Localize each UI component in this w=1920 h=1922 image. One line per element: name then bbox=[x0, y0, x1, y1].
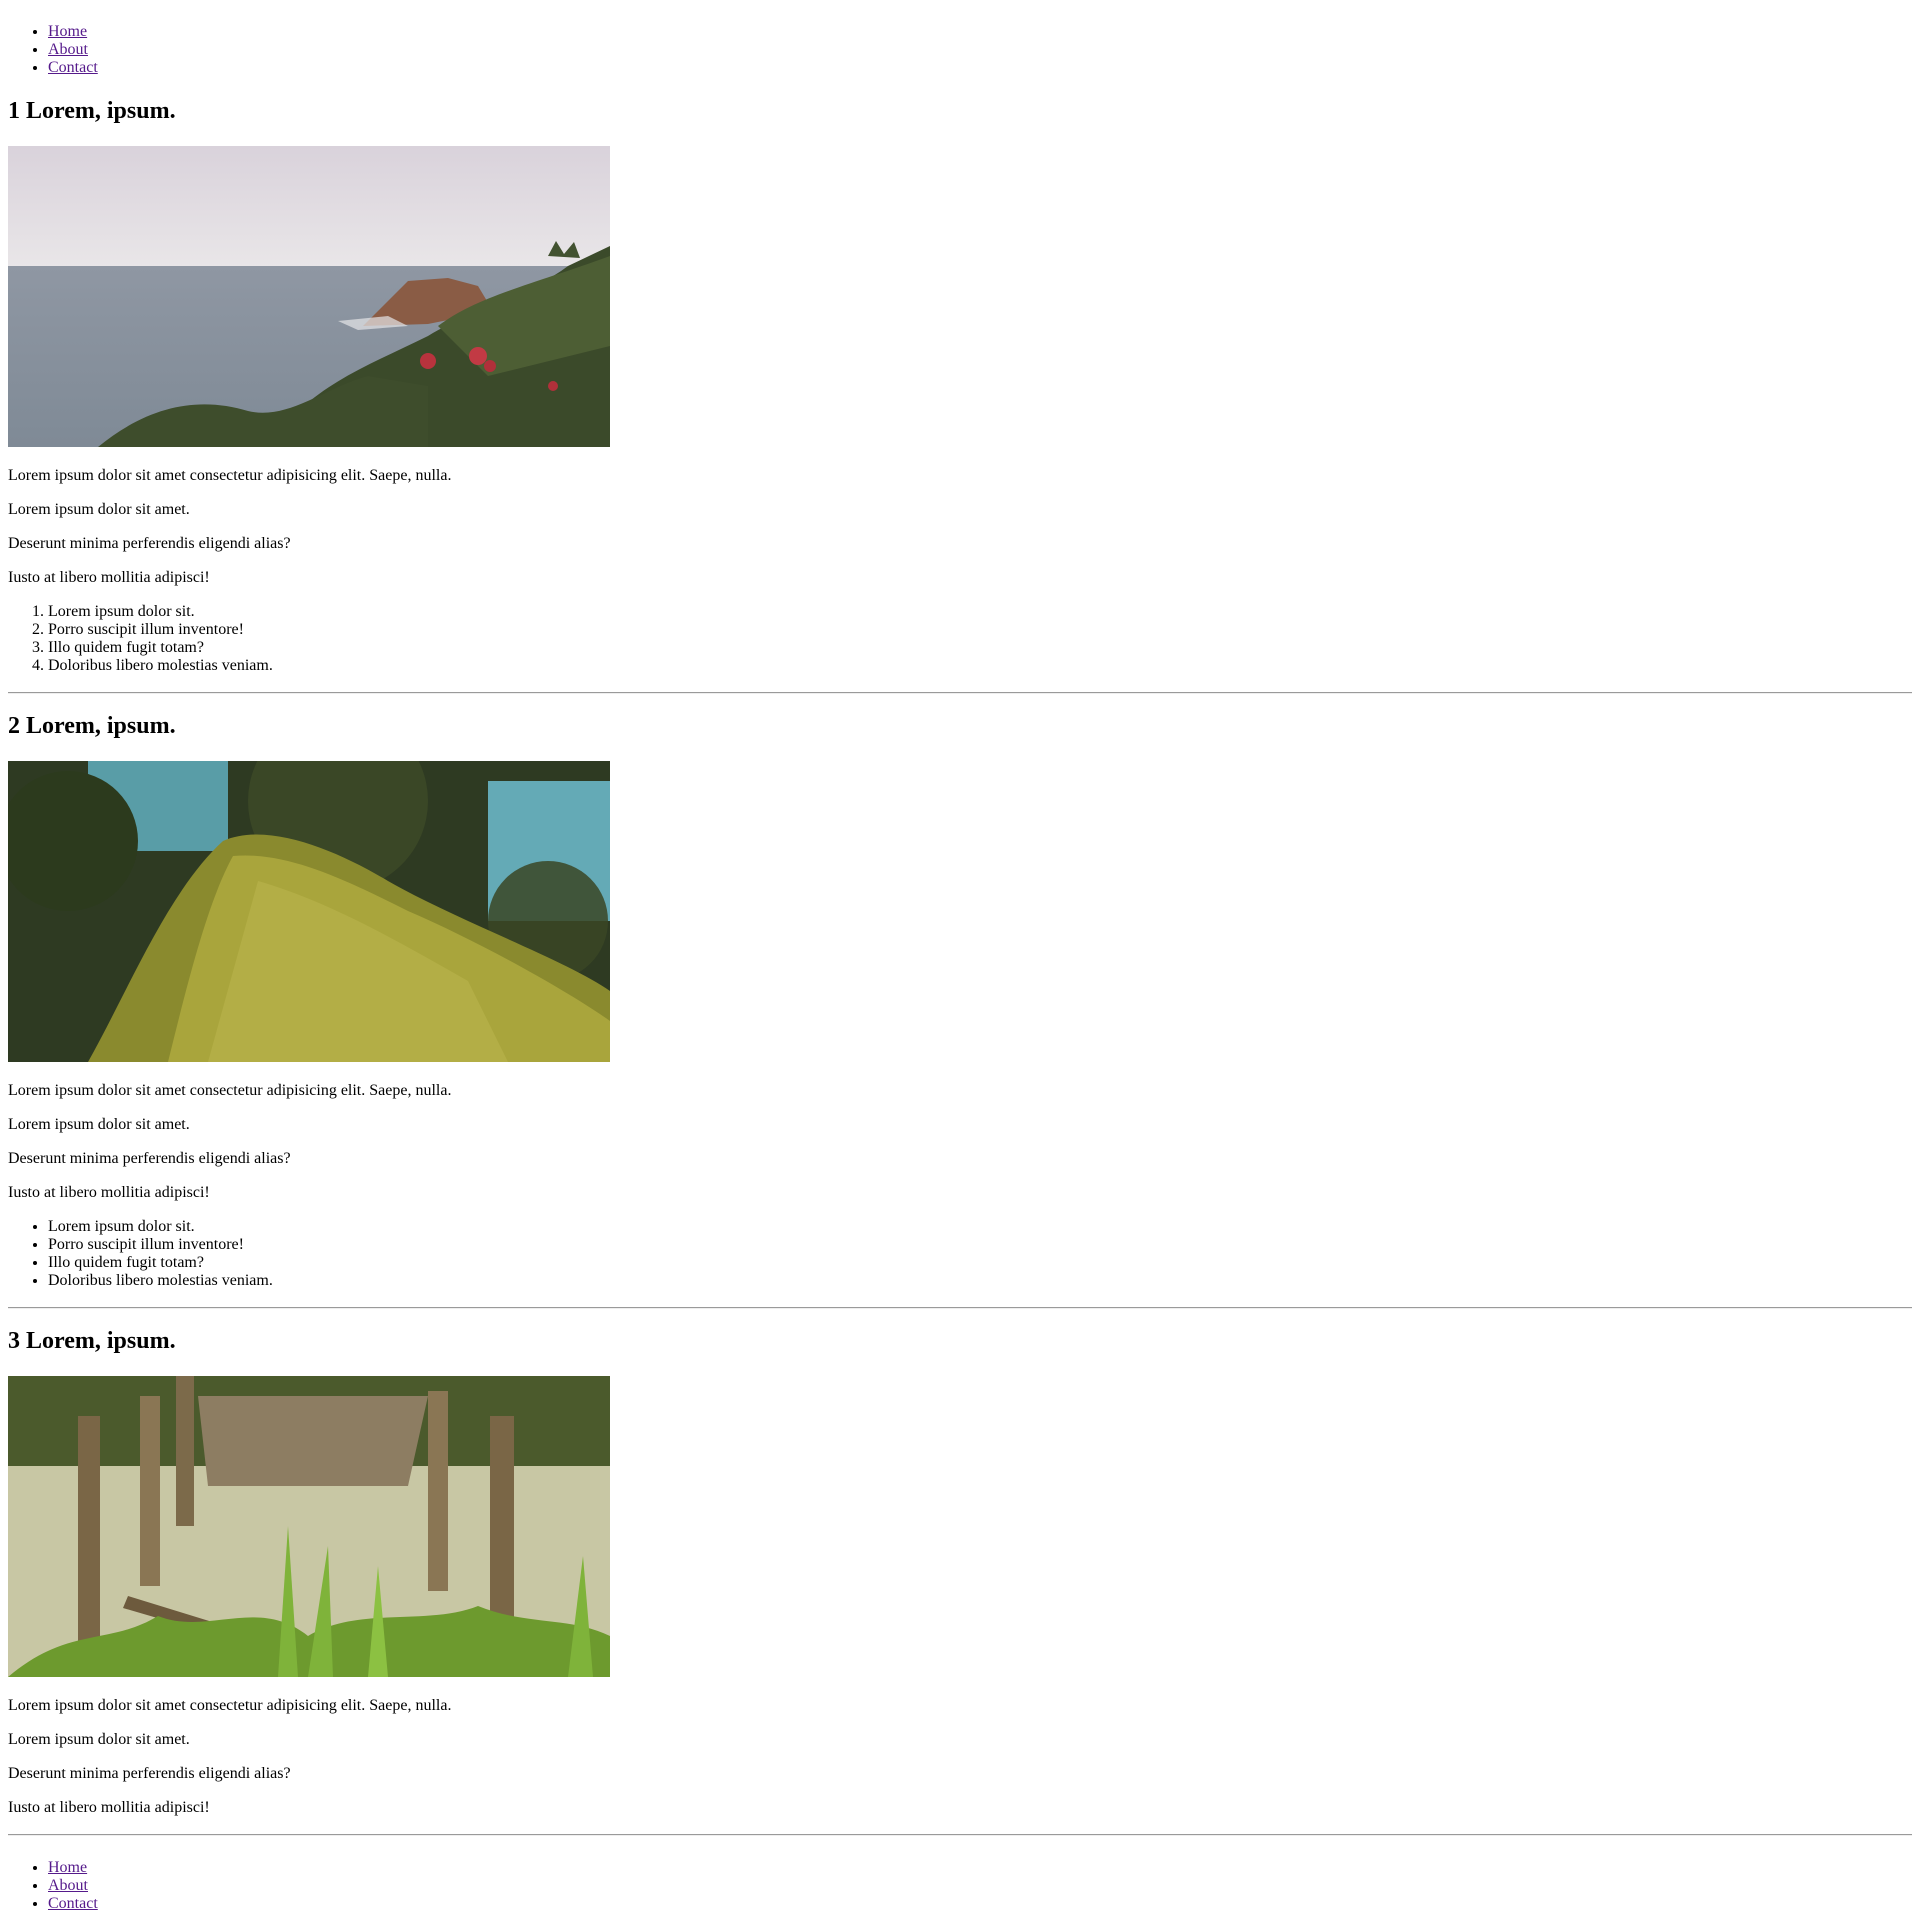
nav-item-home: Home bbox=[48, 1859, 98, 1877]
nav-item-about: About bbox=[48, 41, 98, 59]
section-2-title: 2 Lorem, ipsum. bbox=[8, 713, 176, 739]
coastal-cliff-photo bbox=[8, 146, 610, 447]
list-item: Porro suscipit illum inventore! bbox=[48, 1236, 273, 1254]
top-nav: Home About Contact bbox=[8, 0, 98, 77]
nav-link-about[interactable]: About bbox=[48, 1877, 88, 1894]
section-divider bbox=[8, 1307, 1912, 1309]
section-1-title: 1 Lorem, ipsum. bbox=[8, 98, 176, 124]
nav-link-home[interactable]: Home bbox=[48, 1859, 87, 1876]
nav-item-about: About bbox=[48, 1877, 98, 1895]
section-3-paragraph: Deserunt minima perferendis eligendi ali… bbox=[8, 1765, 291, 1782]
section-1-ordered-list: Lorem ipsum dolor sit. Porro suscipit il… bbox=[8, 603, 273, 675]
section-1-paragraph: Deserunt minima perferendis eligendi ali… bbox=[8, 535, 291, 552]
section-2-paragraph: Deserunt minima perferendis eligendi ali… bbox=[8, 1150, 291, 1167]
section-1-paragraph: Iusto at libero mollitia adipisci! bbox=[8, 569, 210, 586]
section-1-paragraph: Lorem ipsum dolor sit amet. bbox=[8, 501, 190, 518]
nav-link-contact[interactable]: Contact bbox=[48, 1895, 98, 1912]
section-1-paragraph: Lorem ipsum dolor sit amet consectetur a… bbox=[8, 467, 452, 484]
nav-item-home: Home bbox=[48, 23, 98, 41]
section-3-paragraph: Iusto at libero mollitia adipisci! bbox=[8, 1799, 210, 1816]
nav-item-contact: Contact bbox=[48, 1895, 98, 1913]
nav-link-about[interactable]: About bbox=[48, 41, 88, 58]
nav-item-contact: Contact bbox=[48, 59, 98, 77]
section-3-paragraph: Lorem ipsum dolor sit amet consectetur a… bbox=[8, 1697, 452, 1714]
list-item: Doloribus libero molestias veniam. bbox=[48, 657, 273, 675]
list-item: Doloribus libero molestias veniam. bbox=[48, 1272, 273, 1290]
list-item: Illo quidem fugit totam? bbox=[48, 639, 273, 657]
broken-wooden-dock-photo bbox=[8, 1376, 610, 1677]
section-2-unordered-list: Lorem ipsum dolor sit. Porro suscipit il… bbox=[8, 1218, 273, 1290]
mossy-tree-trunk-photo bbox=[8, 761, 610, 1062]
list-item: Lorem ipsum dolor sit. bbox=[48, 603, 273, 621]
section-3-paragraph: Lorem ipsum dolor sit amet. bbox=[8, 1731, 190, 1748]
list-item: Porro suscipit illum inventore! bbox=[48, 621, 273, 639]
section-2-paragraph: Lorem ipsum dolor sit amet consectetur a… bbox=[8, 1082, 452, 1099]
section-3-title: 3 Lorem, ipsum. bbox=[8, 1328, 176, 1354]
section-2-paragraph: Iusto at libero mollitia adipisci! bbox=[8, 1184, 210, 1201]
nav-link-home[interactable]: Home bbox=[48, 23, 87, 40]
bottom-nav: Home About Contact bbox=[8, 1836, 98, 1913]
nav-link-contact[interactable]: Contact bbox=[48, 59, 98, 76]
list-item: Lorem ipsum dolor sit. bbox=[48, 1218, 273, 1236]
section-divider bbox=[8, 1834, 1912, 1836]
section-2-paragraph: Lorem ipsum dolor sit amet. bbox=[8, 1116, 190, 1133]
section-divider bbox=[8, 692, 1912, 694]
list-item: Illo quidem fugit totam? bbox=[48, 1254, 273, 1272]
